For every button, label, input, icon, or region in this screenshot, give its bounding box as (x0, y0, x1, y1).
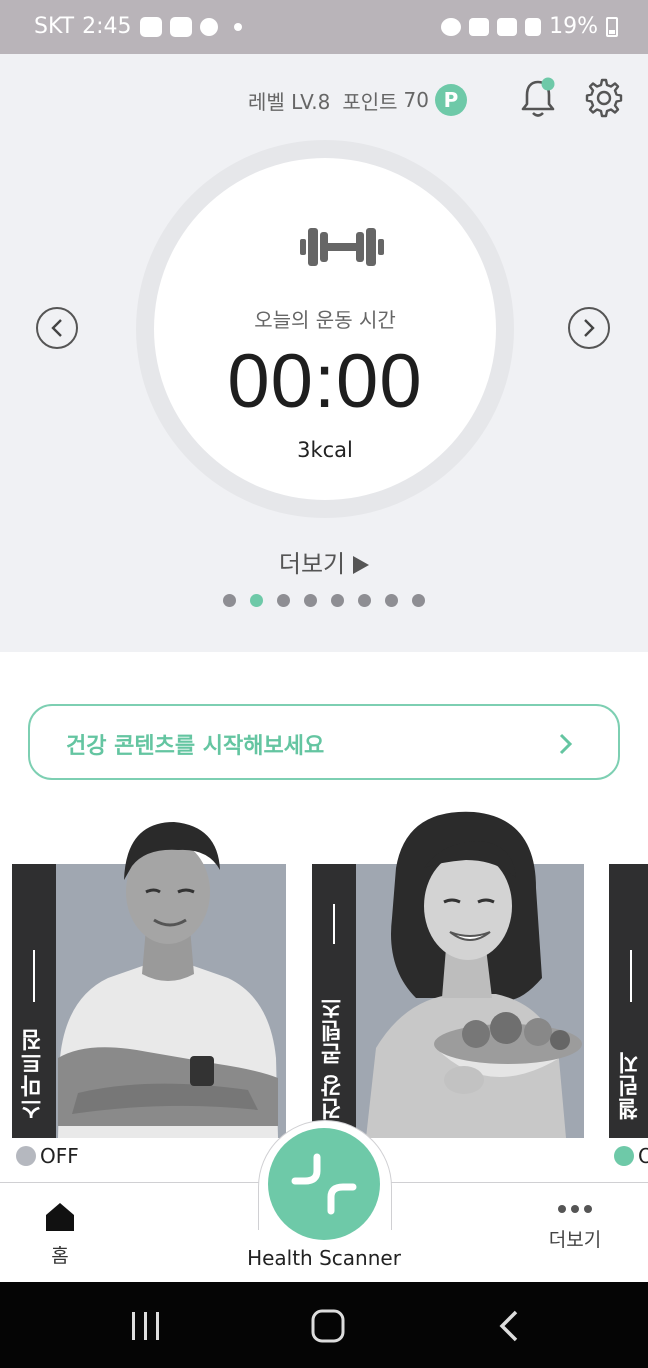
health-scanner-button[interactable] (268, 1128, 380, 1240)
chevron-right-icon (584, 319, 595, 337)
home-icon (46, 1203, 74, 1231)
battery-percent: 19% (549, 14, 598, 39)
pager-dot[interactable] (250, 594, 263, 607)
workout-timer: 00:00 (227, 339, 423, 424)
workout-ring[interactable]: 오늘의 운동 시간 00:00 3kcal (136, 140, 514, 518)
pager-dot[interactable] (304, 594, 317, 607)
timer-notification-icon (199, 17, 218, 36)
points-info[interactable]: 포인트 70 P (342, 84, 467, 116)
health-scanner-label: Health Scanner (247, 1246, 401, 1270)
trainer-photo (58, 822, 278, 1138)
status-indicator (16, 1146, 36, 1166)
play-triangle-icon (353, 556, 370, 574)
prev-arrow-button[interactable] (36, 307, 78, 349)
home-button-icon[interactable] (308, 1308, 348, 1344)
pager-dot[interactable] (331, 594, 344, 607)
level-label: 레벨 (248, 89, 285, 114)
level-info: 레벨 LV.8 (248, 86, 330, 115)
chevron-right-icon (559, 733, 573, 755)
status-text: OFF (40, 1144, 79, 1168)
talk-notification-icon (139, 16, 162, 37)
points-value: 70 (403, 88, 429, 112)
card-label: 챌린지 (618, 1051, 643, 1120)
pager-dots (223, 594, 425, 607)
card-label-divider (630, 950, 632, 1002)
more-link[interactable]: 더보기 (0, 544, 648, 579)
wifi-icon (497, 17, 518, 36)
battery-icon (606, 16, 618, 37)
card-label-divider (33, 950, 35, 1002)
nav-more-label: 더보기 (548, 1229, 602, 1251)
m-notification-icon (169, 16, 192, 37)
chevron-left-icon (51, 319, 62, 337)
card-label: 스마트짐 (21, 1028, 46, 1120)
pager-dot[interactable] (277, 594, 290, 607)
alarm-icon (441, 17, 462, 36)
settings-gear-icon[interactable] (582, 76, 626, 120)
status-indicator (614, 1146, 634, 1166)
carrier-label: SKT (34, 14, 75, 39)
nav-home[interactable]: 홈 (30, 1201, 90, 1268)
point-badge-icon: P (434, 84, 467, 116)
more-notifications-icon (233, 22, 242, 31)
clock: 2:45 (82, 14, 132, 39)
mute-icon (469, 17, 490, 36)
pager-dot[interactable] (385, 594, 398, 607)
challenge-status: O (614, 1144, 648, 1168)
level-points-row: 레벨 LV.8 포인트 70 P (248, 84, 467, 116)
smart-gym-status: OFF (16, 1144, 79, 1168)
dumbbell-icon (300, 228, 384, 266)
health-scanner-logo-icon (291, 1153, 357, 1215)
calories-value: 3kcal (297, 438, 353, 462)
status-left: SKT 2:45 (34, 14, 242, 39)
points-label: 포인트 (342, 89, 398, 114)
pager-dot[interactable] (358, 594, 371, 607)
challenge-card[interactable]: 챌린지 (609, 864, 648, 1138)
card-side-strip: 챌린지 (609, 864, 648, 1138)
next-arrow-button[interactable] (568, 307, 610, 349)
status-bar: SKT 2:45 19% (0, 0, 648, 54)
nav-more[interactable]: 더보기 (530, 1205, 620, 1252)
workout-panel: 레벨 LV.8 포인트 70 P 오늘의 운동 시간 00:00 3kcal 더… (0, 54, 648, 652)
more-link-label: 더보기 (278, 550, 346, 578)
recent-apps-icon[interactable] (126, 1308, 166, 1344)
more-dots-icon (530, 1205, 620, 1213)
today-workout-label: 오늘의 운동 시간 (254, 308, 396, 332)
salad-woman-photo (366, 811, 582, 1138)
pager-dot[interactable] (223, 594, 236, 607)
status-text: O (638, 1144, 648, 1168)
signal-icon (525, 17, 542, 36)
status-right: 19% (441, 14, 618, 39)
system-nav-bar (0, 1282, 648, 1368)
pager-dot[interactable] (412, 594, 425, 607)
banner-text: 건강 콘텐츠를 시작해보세요 (66, 734, 325, 759)
health-content-banner[interactable]: 건강 콘텐츠를 시작해보세요 (28, 704, 620, 780)
level-value: LV.8 (291, 89, 331, 114)
back-icon[interactable] (490, 1308, 530, 1344)
nav-home-label: 홈 (51, 1245, 69, 1267)
bell-icon[interactable] (518, 76, 558, 120)
workout-ring-inner: 오늘의 운동 시간 00:00 3kcal (154, 158, 496, 500)
card-label-divider (333, 904, 335, 944)
